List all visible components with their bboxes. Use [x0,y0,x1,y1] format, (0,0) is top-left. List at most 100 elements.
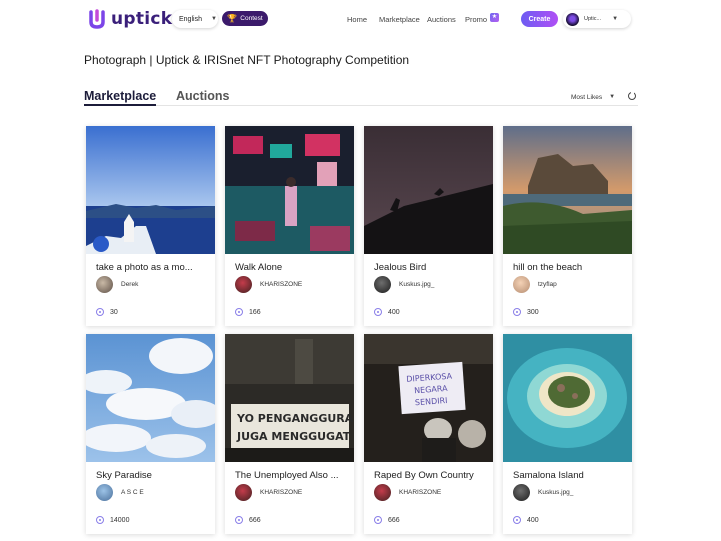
contest-button[interactable]: 🏆 Contest [222,11,268,26]
like-counter[interactable]: 666 [374,516,400,524]
nav-promo[interactable]: Promo [465,15,487,24]
nft-owner[interactable]: KHARISZONE [235,484,302,501]
avatar [374,484,391,501]
tab-bar: Marketplace Auctions [84,89,638,106]
like-counter[interactable]: 666 [235,516,261,524]
user-name: Uptic... [584,16,602,22]
like-count: 400 [527,516,539,524]
nft-image[interactable] [86,126,215,254]
nft-title[interactable]: Walk Alone [235,262,347,273]
chevron-down-icon: ▼ [609,94,616,100]
nft-card[interactable]: hill on the beach tzyflap 300 [503,126,632,326]
nav-auctions[interactable]: Auctions [427,15,456,24]
like-icon [513,308,521,316]
nft-card[interactable]: Sky Paradise A S C E 14000 [86,334,215,534]
nav-home[interactable]: Home [347,15,367,24]
nft-title[interactable]: The Unemployed Also ... [235,470,347,481]
like-counter[interactable]: 30 [96,308,118,316]
chevron-down-icon: ▼ [612,16,619,22]
top-bar: uptick English ▼ 🏆 Contest Home Marketpl… [0,0,721,40]
like-counter[interactable]: 14000 [96,516,129,524]
nft-title[interactable]: Samalona Island [513,470,625,481]
owner-name: tzyflap [538,281,557,288]
nft-owner[interactable]: KHARISZONE [374,484,441,501]
logo[interactable]: uptick [88,9,172,29]
nft-owner[interactable]: Derek [96,276,138,293]
like-count: 166 [249,308,261,316]
nft-owner[interactable]: Kuskus.jpg_ [374,276,434,293]
avatar [96,484,113,501]
nft-card[interactable]: Jealous Bird Kuskus.jpg_ 400 [364,126,493,326]
nft-title[interactable]: hill on the beach [513,262,625,273]
nft-title[interactable]: Jealous Bird [374,262,486,273]
chevron-down-icon: ▼ [210,16,217,22]
trophy-icon: 🏆 [227,14,238,23]
language-selector[interactable]: English ▼ [172,10,218,28]
like-icon [96,516,104,524]
owner-name: KHARISZONE [260,489,303,496]
nft-owner[interactable]: A S C E [96,484,144,501]
owner-name: A S C E [121,489,144,496]
nav-marketplace[interactable]: Marketplace [379,15,420,24]
logo-text: uptick [111,9,173,29]
nft-image[interactable]: YO PENGANGGURAN JUGA MENGGUGAT [225,334,354,462]
nft-image[interactable] [503,126,632,254]
like-counter[interactable]: 300 [513,308,539,316]
nft-owner[interactable]: tzyflap [513,276,557,293]
like-counter[interactable]: 166 [235,308,261,316]
page-title: Photograph | Uptick & IRISnet NFT Photog… [84,53,410,67]
nft-image[interactable] [86,334,215,462]
banner-text-line1: YO PENGANGGURAN [236,412,354,425]
promo-badge-icon: ★ [490,13,499,22]
tab-auctions[interactable]: Auctions [176,89,229,103]
nft-card[interactable]: Samalona Island Kuskus.jpg_ 400 [503,334,632,534]
owner-name: Derek [121,281,139,288]
nft-image[interactable] [225,126,354,254]
contest-label: Contest [240,15,263,22]
nft-title[interactable]: Raped By Own Country [374,470,486,481]
nft-owner[interactable]: Kuskus.jpg_ [513,484,573,501]
owner-name: Kuskus.jpg_ [538,489,574,496]
avatar [235,276,252,293]
create-button[interactable]: Create [521,11,558,27]
nft-card[interactable]: take a photo as a mo... Derek 30 [86,126,215,326]
sort-label: Most Likes [571,94,603,101]
nft-image[interactable]: DIPERKOSA NEGARA SENDIRI [364,334,493,462]
like-count: 30 [110,308,118,316]
like-counter[interactable]: 400 [513,516,539,524]
like-icon [96,308,104,316]
avatar [566,12,579,26]
nft-card[interactable]: DIPERKOSA NEGARA SENDIRI Raped By Own Co… [364,334,493,534]
owner-name: KHARISZONE [399,489,442,496]
nft-owner[interactable]: KHARISZONE [235,276,302,293]
like-count: 300 [527,308,539,316]
tab-marketplace[interactable]: Marketplace [84,89,157,106]
avatar [235,484,252,501]
owner-name: Kuskus.jpg_ [399,281,435,288]
like-icon [374,516,382,524]
owner-name: KHARISZONE [260,281,303,288]
like-icon [513,516,521,524]
user-menu[interactable]: Uptic... ▼ [563,10,631,28]
nft-image[interactable] [503,334,632,462]
like-count: 666 [388,516,400,524]
avatar [513,276,530,293]
nft-image[interactable] [364,126,493,254]
language-label: English [179,15,202,23]
nft-card[interactable]: YO PENGANGGURAN JUGA MENGGUGAT The Unemp… [225,334,354,534]
like-count: 666 [249,516,261,524]
like-count: 14000 [110,516,130,524]
nft-card[interactable]: Walk Alone KHARISZONE 166 [225,126,354,326]
like-icon [374,308,382,316]
logo-icon [89,9,105,29]
sort-dropdown[interactable]: Most Likes ▼ [571,94,615,101]
like-icon [235,516,243,524]
nft-title[interactable]: take a photo as a mo... [96,262,208,273]
avatar [513,484,530,501]
like-counter[interactable]: 400 [374,308,400,316]
avatar [96,276,113,293]
refresh-icon[interactable] [628,91,636,100]
like-count: 400 [388,308,400,316]
avatar [374,276,391,293]
nft-title[interactable]: Sky Paradise [96,470,208,481]
